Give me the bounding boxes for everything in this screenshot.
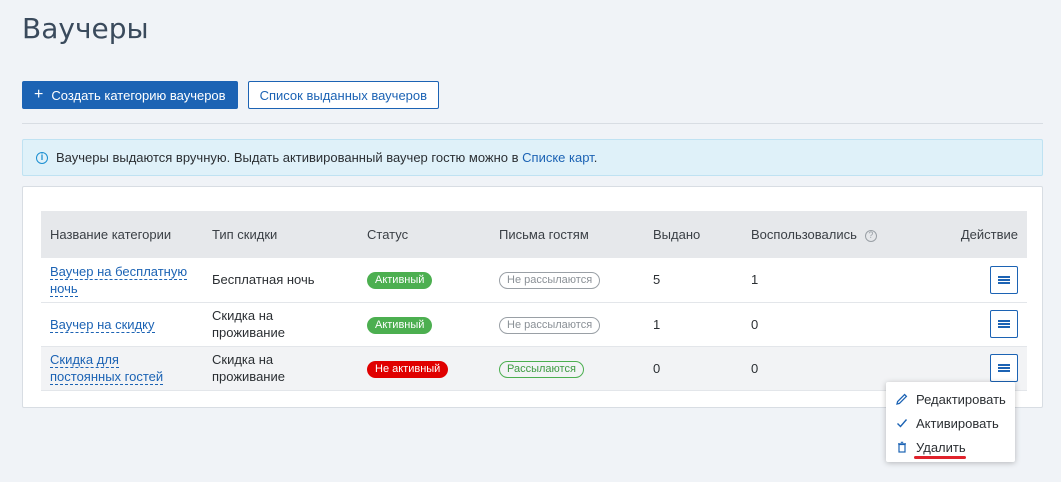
row-name-cell: Ваучер на скидку xyxy=(41,302,203,346)
letters-badge: Не рассылаются xyxy=(499,272,601,290)
category-name-link[interactable]: Скидка для постоянных гостей xyxy=(50,352,164,385)
info-alert: i Ваучеры выдаются вручную. Выдать актив… xyxy=(22,139,1043,176)
status-badge: Не активный xyxy=(367,360,449,378)
menu-icon xyxy=(998,364,1010,372)
header-status: Статус xyxy=(367,227,409,242)
dropdown-item-label: Редактировать xyxy=(916,391,1006,407)
check-icon xyxy=(896,417,908,429)
create-category-label: Создать категорию ваучеров xyxy=(51,87,226,103)
status-cell: Активный xyxy=(358,302,490,346)
header-type: Тип скидки xyxy=(212,227,278,242)
dropdown-item-label: Удалить xyxy=(916,439,966,455)
dropdown-item-label: Активировать xyxy=(916,415,999,431)
menu-icon xyxy=(998,320,1010,328)
issued-count: 0 xyxy=(653,360,661,376)
page-title: Ваучеры xyxy=(22,12,149,45)
action-cell xyxy=(912,302,1027,346)
alert-suffix: . xyxy=(593,150,598,165)
type-line: Бесплатная ночь xyxy=(212,272,315,288)
create-category-button[interactable]: + Создать категорию ваучеров xyxy=(22,81,238,109)
row-actions-dropdown: Редактировать Активировать Удалить xyxy=(886,382,1015,462)
letters-badge: Рассылаются xyxy=(499,360,584,378)
divider xyxy=(22,123,1043,124)
help-icon[interactable]: ? xyxy=(864,229,877,242)
type-line: Скидка на xyxy=(212,352,274,367)
header-issued: Выдано xyxy=(653,227,701,242)
name-line: ночь xyxy=(50,280,78,296)
toolbar: + Создать категорию ваучеров Список выда… xyxy=(22,81,440,109)
category-name-link[interactable]: Ваучер на бесплатную ночь xyxy=(50,263,188,297)
discount-type: Скидка на проживание xyxy=(203,302,358,346)
dropdown-item-edit[interactable]: Редактировать xyxy=(886,387,1015,411)
table-row: Скидка для постоянных гостей Скидка на про… xyxy=(41,346,1027,390)
status-cell: Не активный xyxy=(358,346,490,390)
used-count: 1 xyxy=(751,272,759,288)
header-action: Действие xyxy=(960,227,1018,242)
action-cell xyxy=(912,258,1027,302)
name-line: постоянных гостей xyxy=(50,369,164,384)
vouchers-card: Название категории Тип скидки Статус Пис… xyxy=(22,186,1043,408)
letters-cell: Не рассылаются xyxy=(490,302,644,346)
status-cell: Активный xyxy=(358,258,490,302)
row-menu-button[interactable] xyxy=(990,354,1018,382)
dropdown-item-activate[interactable]: Активировать xyxy=(886,411,1015,435)
pencil-icon xyxy=(896,393,908,405)
category-name-link[interactable]: Ваучер на скидку xyxy=(50,316,155,333)
header-used: Воспользовались? xyxy=(742,211,912,258)
vouchers-table: Название категории Тип скидки Статус Пис… xyxy=(41,211,1027,391)
header-name: Название категории xyxy=(50,227,172,242)
card-list-link[interactable]: Списке карт xyxy=(522,150,594,165)
row-menu-button[interactable] xyxy=(990,265,1018,294)
alert-text: Ваучеры выдаются вручную. Выдать активир… xyxy=(56,150,597,165)
discount-type: Скидка на проживание xyxy=(203,346,358,390)
plus-icon: + xyxy=(34,85,44,103)
type-line: Скидка на xyxy=(212,308,274,323)
header-used-label: Воспользовались xyxy=(751,227,857,242)
letters-cell: Рассылаются xyxy=(490,346,644,390)
delete-highlight-underline xyxy=(914,456,966,459)
trash-icon xyxy=(896,441,908,453)
name-line: Ваучер на бесплатную xyxy=(50,263,188,279)
letters-badge: Не рассылаются xyxy=(499,316,601,334)
table-row: Ваучер на скидку Скидка на проживание Акт… xyxy=(41,302,1027,346)
row-menu-button[interactable] xyxy=(990,310,1018,338)
alert-message: Ваучеры выдаются вручную. Выдать активир… xyxy=(56,150,523,165)
status-badge: Активный xyxy=(367,272,433,290)
header-letters: Письма гостям xyxy=(499,227,589,242)
table-header-row: Название категории Тип скидки Статус Пис… xyxy=(41,211,1027,258)
menu-icon xyxy=(998,275,1010,284)
dropdown-item-delete[interactable]: Удалить xyxy=(886,435,1015,459)
type-line: проживание xyxy=(212,369,285,384)
type-line: проживание xyxy=(212,325,285,340)
status-badge: Активный xyxy=(367,316,433,334)
issued-count: 1 xyxy=(653,316,661,332)
letters-cell: Не рассылаются xyxy=(490,258,644,302)
name-line: Скидка для xyxy=(50,352,119,367)
issued-count: 5 xyxy=(653,272,661,288)
row-name-cell: Скидка для постоянных гостей xyxy=(41,346,203,390)
used-count: 0 xyxy=(751,316,759,332)
issued-vouchers-list-button[interactable]: Список выданных ваучеров xyxy=(247,81,440,109)
table-row: Ваучер на бесплатную ночь Бесплатная ночь… xyxy=(41,258,1027,302)
info-icon: i xyxy=(36,151,48,164)
discount-type: Бесплатная ночь xyxy=(203,258,358,302)
row-name-cell: Ваучер на бесплатную ночь xyxy=(41,258,203,302)
